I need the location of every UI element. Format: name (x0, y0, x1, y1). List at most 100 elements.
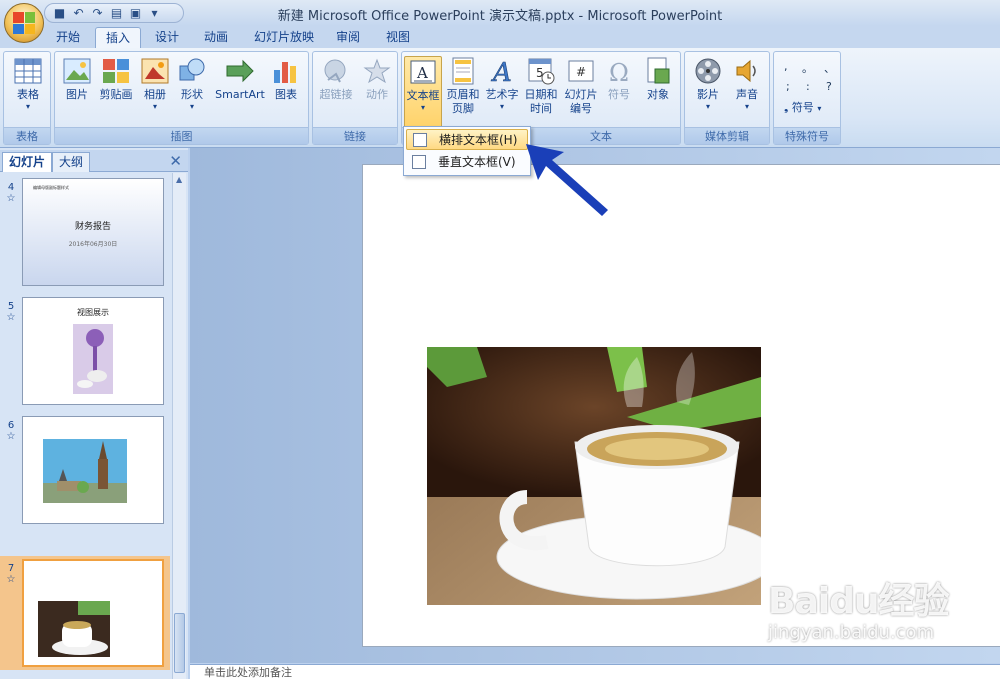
clipart-icon (101, 56, 131, 86)
chevron-down-icon: ▾ (189, 102, 194, 111)
tab-view[interactable]: 视图 (376, 27, 420, 48)
action-button[interactable]: 动作 (359, 56, 395, 102)
horizontal-textbox-icon (413, 133, 427, 147)
calendar-clock-icon: 5 (526, 56, 556, 86)
picture-icon (62, 56, 92, 86)
textbox-icon: A (408, 57, 438, 87)
vertical-textbox-item[interactable]: 垂直文本框(V) (406, 152, 528, 173)
special-symbol-button[interactable]: ❟ 符号 ▾ (784, 99, 821, 115)
object-button[interactable]: 对象 (640, 56, 676, 102)
film-reel-icon (693, 56, 723, 86)
bar-chart-icon (271, 56, 301, 86)
slide-thumbnail-4[interactable]: 编辑母版副标题样式 财务报告 2016年06月30日 (22, 178, 164, 286)
chevron-down-icon: ▾ (152, 102, 157, 111)
special-char-2[interactable]: 。 (802, 60, 813, 76)
slide-thumbnail-7[interactable] (22, 559, 164, 667)
tab-slideshow[interactable]: 幻灯片放映 (244, 27, 324, 48)
group-media: 影片 ▾ 声音 ▾ 媒体剪辑 (684, 51, 770, 145)
special-char-6[interactable]: ? (826, 80, 832, 93)
baidu-watermark: Baidu经验 jingyan.baidu.com (768, 572, 978, 662)
smartart-button[interactable]: SmartArt (213, 56, 267, 102)
flower-vase-image (73, 324, 113, 394)
chevron-down-icon: ▾ (817, 104, 822, 113)
object-icon (643, 56, 673, 86)
coffee-thumb-image (38, 601, 110, 657)
slides-panel: 幻灯片 大纲 ✕ 4 ☆ 编辑母版副标题样式 财务报告 2016年06月30日 5… (0, 148, 188, 679)
table-icon (13, 56, 43, 86)
table-button[interactable]: 表格 ▾ (10, 56, 46, 112)
chevron-down-icon: ▾ (420, 103, 425, 112)
slide-thumbnail-5[interactable]: 视图展示 (22, 297, 164, 405)
watermark-url: jingyan.baidu.com (768, 622, 935, 643)
tab-slides[interactable]: 幻灯片 (2, 152, 53, 172)
close-icon[interactable]: ✕ (169, 152, 182, 170)
tab-review[interactable]: 审阅 (326, 27, 370, 48)
sound-button[interactable]: 声音 ▾ (729, 56, 765, 112)
picture-button[interactable]: 图片 (59, 56, 95, 102)
comma-icon: ❟ (784, 101, 789, 114)
slide-number-button[interactable]: # 幻灯片 编号 (562, 56, 600, 116)
tab-insert[interactable]: 插入 (95, 27, 142, 48)
wordart-button[interactable]: A 艺术字 ▾ (484, 56, 520, 112)
tab-home[interactable]: 开始 (46, 27, 90, 48)
baidu-logo: Baidu经验 (768, 581, 949, 622)
action-star-icon (362, 56, 392, 86)
group-links: 超链接 动作 链接 (312, 51, 398, 145)
group-illustrations: 图片 剪贴画 相册 ▾ 形状 ▾ SmartArt 图表 插图 (54, 51, 309, 145)
group-label-tables: 表格 (4, 127, 50, 144)
office-logo-icon (13, 12, 35, 34)
thumb-number: 7 ☆ (6, 563, 16, 585)
clipart-button[interactable]: 剪贴画 (97, 56, 135, 102)
group-label-links: 链接 (313, 127, 397, 144)
chart-button[interactable]: 图表 (269, 56, 303, 102)
globe-link-icon (321, 56, 351, 86)
blue-arrow-annotation (526, 144, 608, 216)
datetime-button[interactable]: 5 日期和 时间 (522, 56, 560, 116)
tab-design[interactable]: 设计 (145, 27, 189, 48)
scroll-up-icon[interactable]: ▲ (176, 175, 182, 184)
textbox-button[interactable]: A 文本框 ▾ (404, 56, 442, 128)
chevron-down-icon: ▾ (25, 102, 30, 111)
horizontal-textbox-item[interactable]: 横排文本框(H) (406, 129, 528, 150)
speaker-icon (732, 56, 762, 86)
thumbnail-list: 4 ☆ 编辑母版副标题样式 财务报告 2016年06月30日 5 ☆ 视图展示 6 ☆… (0, 173, 172, 679)
special-char-3[interactable]: 、 (824, 60, 835, 76)
slide-number-icon: # (566, 56, 596, 86)
thumbnail-scrollbar[interactable]: ▲ (172, 173, 186, 679)
window-title: 新建 Microsoft Office PowerPoint 演示文稿.pptx… (277, 9, 723, 24)
shapes-button[interactable]: 形状 ▾ (175, 56, 209, 112)
chevron-down-icon: ▾ (744, 102, 749, 111)
thumb-number: 5 ☆ (6, 301, 16, 323)
group-label-illustrations: 插图 (55, 127, 308, 144)
album-button[interactable]: 相册 ▾ (138, 56, 172, 112)
svg-text:A: A (491, 58, 512, 85)
group-tables: 表格 ▾ 表格 (3, 51, 51, 145)
thumb-number: 4 ☆ (6, 182, 16, 204)
tab-animation[interactable]: 动画 (194, 27, 238, 48)
photo-album-icon (140, 56, 170, 86)
vertical-textbox-icon (412, 155, 426, 169)
title-bar: ■ ↶ ↷ ▤ ▣ ▾ 新建 Microsoft Office PowerPoi… (0, 0, 1000, 26)
notes-pane[interactable]: 单击此处添加备注 (190, 664, 1000, 679)
office-button[interactable] (4, 3, 44, 43)
shapes-icon (177, 56, 207, 86)
svg-text:#: # (576, 65, 586, 79)
symbol-button[interactable]: Ω 符号 (602, 56, 636, 102)
panel-tabs: 幻灯片 大纲 ✕ (0, 150, 188, 172)
special-char-4[interactable]: ; (786, 80, 790, 93)
omega-icon: Ω (604, 56, 634, 86)
slide-thumbnail-6[interactable] (22, 416, 164, 524)
ribbon-tabs: 开始 插入 设计 动画 幻灯片放映 审阅 视图 (0, 26, 1000, 48)
church-tower-image (43, 439, 127, 503)
chevron-down-icon: ▾ (705, 102, 710, 111)
movie-button[interactable]: 影片 ▾ (689, 56, 727, 112)
textbox-dropdown-menu: 横排文本框(H) 垂直文本框(V) (403, 126, 531, 176)
hyperlink-button[interactable]: 超链接 (316, 56, 356, 102)
header-footer-button[interactable]: 页眉和 页脚 (444, 56, 482, 116)
coffee-cup-image[interactable] (427, 347, 761, 605)
tab-outline[interactable]: 大纲 (52, 152, 91, 172)
special-char-5[interactable]: : (806, 80, 810, 93)
scrollbar-thumb[interactable] (174, 613, 185, 673)
special-char-1[interactable]: , (784, 60, 788, 73)
chevron-down-icon: ▾ (499, 102, 504, 111)
